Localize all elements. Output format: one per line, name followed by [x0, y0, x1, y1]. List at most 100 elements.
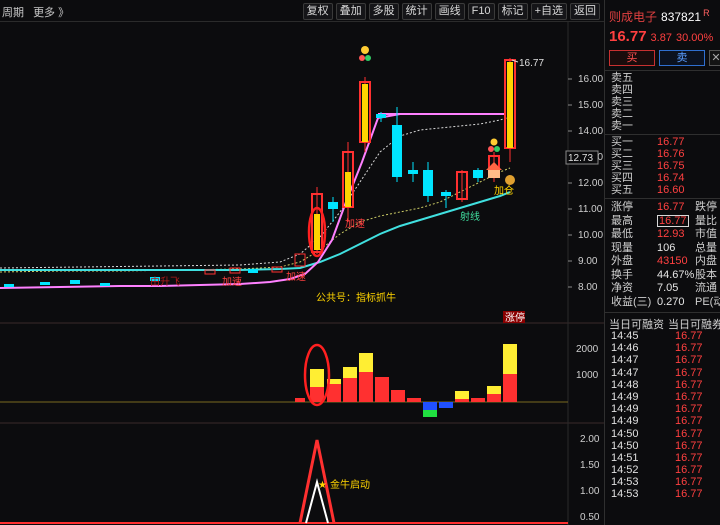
tick-row: 14:52 16.77	[611, 464, 703, 477]
divider	[605, 198, 720, 199]
highlight-bar	[345, 172, 351, 207]
close-icon[interactable]: ✕	[709, 50, 720, 66]
bid-row[interactable]: 买三 16.75	[605, 160, 720, 172]
ma-line-yellow	[0, 167, 511, 273]
quote-panel: 则成电子 837821 R 16.77 3.87 30.00% 买 卖 ✕ 卖五 卖四 …	[604, 0, 720, 525]
annotation-jiacang: 加仓	[494, 184, 514, 197]
toolbar-buttons: 复权 叠加 多股 统计 画线 F10 标记 +自选 返回	[302, 3, 600, 20]
overlay-button[interactable]: 叠加	[335, 3, 366, 20]
volume-axis: 2000 1000	[576, 344, 599, 381]
annotation-gongzhonghao: 公共号：指标抓牛	[316, 291, 396, 304]
stat-row: 最高 16.77 量比	[611, 214, 717, 227]
toolbar-left: 周期 更多 》	[2, 4, 75, 20]
back-button[interactable]: 返回	[570, 3, 600, 20]
stock-header: 则成电子 837821 R	[609, 8, 710, 25]
more-menu[interactable]: 更多 》	[33, 7, 69, 19]
main-candles	[311, 58, 516, 254]
trade-actions: 买 卖 ✕	[609, 50, 720, 66]
price-tick: 10.00	[578, 230, 603, 241]
ma-line-pink	[0, 113, 505, 289]
ask-row: 卖五	[611, 72, 633, 84]
price-tick: 16.00	[578, 74, 603, 85]
volume-tick: 1000	[576, 370, 599, 381]
price-change: 3.87	[650, 32, 672, 44]
bid-row[interactable]: 买五 16.60	[605, 184, 720, 196]
multi-stock-button[interactable]: 多股	[368, 3, 399, 20]
limit-up-label: 涨停	[505, 311, 525, 324]
star-icon: ★	[318, 480, 327, 491]
tick-list[interactable]: 14:45 16.77 14:46 16.77 14:47 16.77 14:47 16…	[605, 330, 720, 501]
tick-row: 14:48 16.77	[611, 378, 703, 391]
bid-row[interactable]: 买四 16.74	[605, 172, 720, 184]
stat-row: 换手 44.67% 股本	[611, 268, 717, 281]
bid-list: 买一 16.77 买二 16.76 买三 16.75 买四 16.74 买五 16.60	[605, 136, 720, 196]
cursor-price: 12.73	[568, 153, 593, 164]
add-watchlist-button[interactable]: +自选	[530, 3, 567, 20]
tick-row: 14:49 16.77	[611, 415, 703, 428]
price-tick: 8.00	[578, 282, 598, 293]
statistics-button[interactable]: 统计	[401, 3, 432, 20]
tick-row: 14:53 16.77	[611, 476, 703, 489]
price-tick: 12.00	[578, 178, 603, 189]
annotation-jiasu: 加速	[345, 218, 365, 230]
stat-row: 最低 12.93 市值	[611, 228, 717, 240]
stock-name: 则成电子	[609, 10, 658, 24]
tick-row: 14:50 16.77	[611, 439, 703, 452]
tick-row: 14:46 16.77	[611, 342, 703, 355]
trading-app: 周期 更多 》 复权 叠加 多股 统计 画线 F10 标记 +自选 返回 16.…	[0, 0, 720, 525]
tick-row: 14:47 16.77	[611, 366, 703, 379]
buy-button[interactable]: 买	[609, 50, 655, 66]
highlight-bar	[362, 84, 368, 142]
adjust-button[interactable]: 复权	[302, 3, 333, 20]
highlight-bar	[507, 62, 513, 148]
stock-tag: R	[703, 8, 710, 18]
bid-row[interactable]: 买一 16.77	[605, 136, 720, 148]
divider	[605, 70, 720, 71]
volume-tick: 2000	[576, 344, 599, 355]
high-price-label: 16.77	[519, 58, 544, 69]
annotation-jiasu: 加速	[222, 276, 242, 288]
bid-row[interactable]: 买二 16.76	[605, 148, 720, 160]
stat-row: 净资 7.05 流通	[611, 282, 717, 294]
price-tick: 9.00	[578, 256, 598, 267]
ask-row: 卖二	[611, 108, 633, 120]
ask-row: 卖一	[611, 120, 633, 132]
current-price: 16.77	[609, 28, 647, 45]
indicator-tick: 0.50	[580, 512, 600, 523]
tick-row: 14:51 16.77	[611, 451, 703, 464]
f10-button[interactable]: F10	[467, 3, 495, 20]
stock-price-row: 16.77 3.87 30.00%	[609, 28, 713, 45]
price-axis: 16.00 15.00 14.00 13.00 12.00 11.00 10.0…	[578, 74, 603, 293]
period-menu[interactable]: 周期	[2, 7, 24, 19]
indicator-tick: 1.50	[580, 460, 600, 471]
indicator-tick: 2.00	[580, 434, 600, 445]
tick-row: 14:50 16.77	[611, 427, 703, 440]
divider	[605, 134, 720, 135]
lucky-bag-icon	[488, 138, 500, 152]
stat-row: 涨停 16.77 跌停	[611, 201, 717, 213]
tick-row: 14:47 16.77	[611, 354, 703, 367]
tick-row: 14:45 16.77	[611, 330, 703, 342]
chart-toolbar: 周期 更多 》 复权 叠加 多股 统计 画线 F10 标记 +自选 返回	[0, 0, 604, 22]
annotation-jiasu: 加速	[286, 271, 306, 283]
annotation-hidden: 由升飞	[150, 275, 180, 288]
signal-label: 金牛启动	[330, 478, 370, 491]
draw-line-button[interactable]: 画线	[434, 3, 465, 20]
kline-chart[interactable]: 16.00 15.00 14.00 13.00 12.00 11.00 10.0…	[0, 22, 604, 525]
stat-row: 收益(三)0.270PE(动	[611, 295, 720, 308]
indicator-axis: 2.00 1.50 1.00 0.50	[580, 434, 600, 523]
highlight-bar	[314, 214, 320, 250]
tick-row: 14:49 16.77	[611, 403, 703, 416]
tick-row: 14:53 16.77	[611, 488, 703, 501]
annotation-sheji: 射线	[460, 210, 480, 223]
mark-button[interactable]: 标记	[497, 3, 528, 20]
sell-button[interactable]: 卖	[659, 50, 705, 66]
stats-list: 涨停 16.77 跌停 最高 16.77 量比 最低 12.93 市值 现量 106 总量 外盘…	[605, 201, 720, 309]
ask-row: 卖四	[611, 84, 633, 96]
price-axis-ticks	[568, 78, 572, 288]
money-bag-icon	[505, 175, 515, 185]
price-tick: 14.00	[578, 126, 603, 137]
price-percent: 30.00%	[675, 32, 714, 44]
price-tick: 15.00	[578, 100, 603, 111]
divider	[605, 312, 720, 313]
